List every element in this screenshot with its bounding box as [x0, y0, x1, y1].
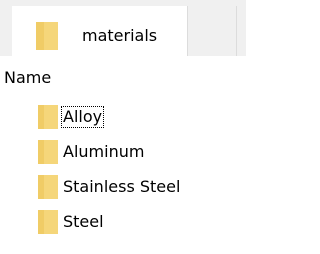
folder-icon: [38, 210, 58, 234]
list-item[interactable]: Alloy: [0, 100, 246, 134]
list-item[interactable]: Steel: [0, 205, 246, 239]
folder-icon: [38, 175, 58, 199]
tab-materials[interactable]: materials: [12, 6, 188, 56]
column-header-label: Name: [4, 68, 52, 87]
list-item[interactable]: Aluminum: [0, 135, 246, 169]
list-item[interactable]: Stainless Steel: [0, 170, 246, 204]
explorer-window: materials Name Alloy Aluminum Stainless …: [0, 0, 246, 254]
list-item-label: Aluminum: [63, 142, 145, 161]
tab-strip: materials: [0, 0, 246, 56]
list-item-label: Steel: [63, 212, 104, 231]
folder-icon: [38, 140, 58, 164]
column-header-name[interactable]: Name: [0, 56, 246, 100]
list-item-label: Alloy: [60, 106, 105, 128]
folder-icon: [38, 105, 58, 129]
folder-icon: [36, 22, 58, 50]
tab-label: materials: [82, 26, 158, 45]
tab-divider: [236, 6, 237, 56]
list-item-label: Stainless Steel: [63, 177, 181, 196]
